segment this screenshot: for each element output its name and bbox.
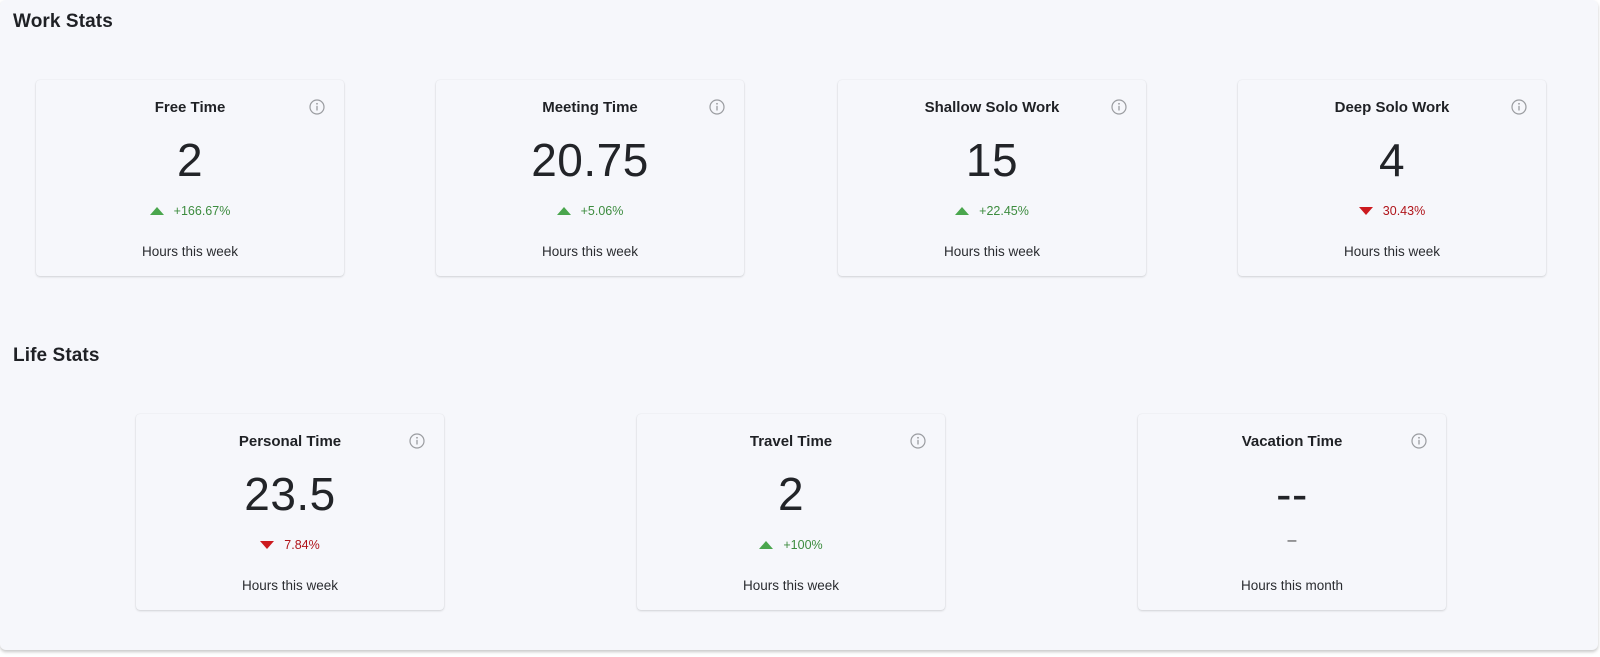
arrow-down-icon (1358, 206, 1373, 215)
change-percent: – (1287, 532, 1297, 549)
info-icon[interactable] (1111, 99, 1127, 115)
card-title: Meeting Time (542, 99, 638, 116)
stat-card-vacation-time: Vacation Time -- – Hours this month (1138, 414, 1446, 610)
card-title: Personal Time (238, 433, 342, 450)
change-percent: 30.43% (1382, 204, 1426, 218)
change-indicator: +166.67% (36, 203, 344, 219)
card-caption: Hours this week (943, 244, 1041, 259)
stat-card-personal-time: Personal Time 23.5 7.84% Hours this week (136, 414, 444, 610)
change-percent: +100% (783, 538, 823, 552)
card-title: Travel Time (749, 433, 833, 450)
card-value: 4 (1378, 134, 1406, 186)
card-title: Deep Solo Work (1334, 99, 1450, 116)
change-indicator: – (1138, 533, 1446, 549)
change-indicator: +5.06% (436, 203, 744, 219)
card-title: Vacation Time (1241, 433, 1343, 450)
card-caption: Hours this week (541, 244, 639, 259)
card-caption: Hours this week (742, 578, 840, 593)
card-value: 15 (965, 134, 1019, 186)
change-indicator: 30.43% (1238, 203, 1546, 219)
change-indicator: +22.45% (838, 203, 1146, 219)
info-icon[interactable] (910, 433, 926, 449)
arrow-up-icon (759, 540, 774, 549)
card-value: 20.75 (531, 134, 649, 186)
arrow-up-icon (556, 206, 571, 215)
arrow-up-icon (955, 206, 970, 215)
change-indicator: +100% (637, 537, 945, 553)
info-icon[interactable] (309, 99, 325, 115)
info-icon[interactable] (409, 433, 425, 449)
change-percent: 7.84% (284, 538, 320, 552)
info-icon[interactable] (709, 99, 725, 115)
card-caption: Hours this week (241, 578, 339, 593)
card-title: Free Time (154, 99, 226, 116)
card-caption: Hours this week (141, 244, 239, 259)
card-value: 2 (176, 134, 204, 186)
change-percent: +22.45% (979, 204, 1029, 218)
card-value: -- (1276, 468, 1308, 520)
card-caption: Hours this week (1343, 244, 1441, 259)
card-value: 23.5 (244, 468, 336, 520)
arrow-down-icon (260, 540, 275, 549)
info-icon[interactable] (1411, 433, 1427, 449)
life-stats-heading: Life Stats (13, 345, 100, 366)
stat-card-travel-time: Travel Time 2 +100% Hours this week (637, 414, 945, 610)
card-caption: Hours this month (1240, 578, 1344, 593)
stat-card-free-time: Free Time 2 +166.67% Hours this week (36, 80, 344, 276)
info-icon[interactable] (1511, 99, 1527, 115)
change-indicator: 7.84% (136, 537, 444, 553)
card-value: 2 (777, 468, 805, 520)
change-percent: +166.67% (173, 204, 231, 218)
card-title: Shallow Solo Work (924, 99, 1060, 116)
work-stats-heading: Work Stats (13, 11, 113, 32)
change-percent: +5.06% (580, 204, 624, 218)
stats-panel: Work Stats Free Time 2 +166.67% Hours th… (0, 0, 1598, 650)
stat-card-shallow-solo-work: Shallow Solo Work 15 +22.45% Hours this … (838, 80, 1146, 276)
stat-card-meeting-time: Meeting Time 20.75 +5.06% Hours this wee… (436, 80, 744, 276)
stat-card-deep-solo-work: Deep Solo Work 4 30.43% Hours this week (1238, 80, 1546, 276)
arrow-up-icon (149, 206, 164, 215)
